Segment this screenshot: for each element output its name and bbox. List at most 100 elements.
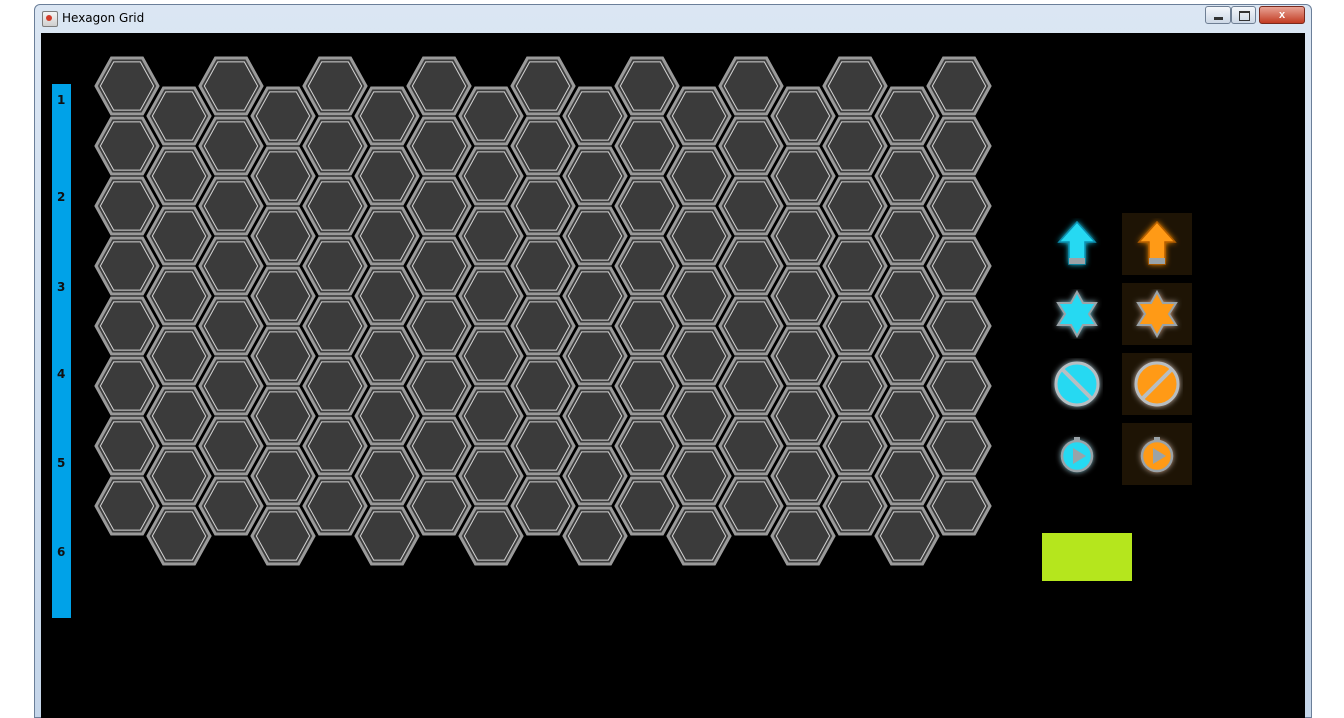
hex-cell[interactable] — [874, 386, 940, 446]
hex-cell[interactable] — [146, 326, 212, 386]
hex-cell[interactable] — [198, 356, 264, 416]
hex-cell[interactable] — [822, 476, 888, 536]
hex-cell[interactable] — [562, 206, 628, 266]
hex-cell[interactable] — [926, 116, 992, 176]
hex-cell[interactable] — [302, 476, 368, 536]
maximize-button[interactable] — [1231, 6, 1256, 24]
hex-cell[interactable] — [718, 416, 784, 476]
hex-cell[interactable] — [614, 176, 680, 236]
hex-cell[interactable] — [94, 416, 160, 476]
hex-cell[interactable] — [874, 326, 940, 386]
hex-cell[interactable] — [614, 56, 680, 116]
hex-cell[interactable] — [770, 326, 836, 386]
hex-cell[interactable] — [354, 506, 420, 566]
hex-cell[interactable] — [146, 506, 212, 566]
hex-cell[interactable] — [406, 236, 472, 296]
hex-cell[interactable] — [718, 476, 784, 536]
hex-cell[interactable] — [874, 206, 940, 266]
hex-cell[interactable] — [822, 296, 888, 356]
title-bar[interactable]: Hexagon Grid x — [35, 5, 1311, 33]
hex-cell[interactable] — [250, 206, 316, 266]
close-button[interactable]: x — [1259, 6, 1305, 24]
hex-cell[interactable] — [822, 116, 888, 176]
hex-cell[interactable] — [874, 266, 940, 326]
hex-cell[interactable] — [458, 326, 524, 386]
hex-cell[interactable] — [250, 86, 316, 146]
hex-cell[interactable] — [614, 236, 680, 296]
hex-cell[interactable] — [406, 56, 472, 116]
hex-cell[interactable] — [146, 386, 212, 446]
hex-cell[interactable] — [510, 356, 576, 416]
hex-cell[interactable] — [562, 266, 628, 326]
hex-cell[interactable] — [510, 56, 576, 116]
tool-star-cyan[interactable] — [1042, 283, 1112, 345]
hex-cell[interactable] — [510, 116, 576, 176]
hex-cell[interactable] — [354, 86, 420, 146]
hex-cell[interactable] — [250, 266, 316, 326]
hex-cell[interactable] — [146, 446, 212, 506]
hex-cell[interactable] — [406, 116, 472, 176]
tool-block-cyan[interactable] — [1042, 353, 1112, 415]
hex-cell[interactable] — [302, 236, 368, 296]
hex-cell[interactable] — [302, 416, 368, 476]
hex-cell[interactable] — [250, 326, 316, 386]
hex-cell[interactable] — [458, 446, 524, 506]
hex-cell[interactable] — [718, 176, 784, 236]
hex-cell[interactable] — [94, 236, 160, 296]
hex-cell[interactable] — [926, 176, 992, 236]
hex-cell[interactable] — [770, 506, 836, 566]
hex-cell[interactable] — [822, 236, 888, 296]
hex-cell[interactable] — [666, 386, 732, 446]
minimize-button[interactable] — [1205, 6, 1231, 24]
hex-cell[interactable] — [458, 206, 524, 266]
tool-star-orange[interactable] — [1122, 283, 1192, 345]
hex-cell[interactable] — [926, 416, 992, 476]
hex-cell[interactable] — [614, 116, 680, 176]
hex-cell[interactable] — [770, 266, 836, 326]
hex-cell[interactable] — [666, 146, 732, 206]
hex-cell[interactable] — [666, 326, 732, 386]
tool-play-cyan[interactable] — [1042, 423, 1112, 485]
hex-cell[interactable] — [718, 296, 784, 356]
hex-cell[interactable] — [770, 446, 836, 506]
hex-cell[interactable] — [94, 176, 160, 236]
hex-cell[interactable] — [198, 296, 264, 356]
hex-cell[interactable] — [458, 266, 524, 326]
hex-cell[interactable] — [94, 296, 160, 356]
hex-cell[interactable] — [146, 86, 212, 146]
hex-cell[interactable] — [822, 356, 888, 416]
hex-cell[interactable] — [666, 266, 732, 326]
hex-cell[interactable] — [198, 176, 264, 236]
hex-cell[interactable] — [718, 236, 784, 296]
tool-arrow-orange[interactable] — [1122, 213, 1192, 275]
hex-cell[interactable] — [354, 446, 420, 506]
hex-cell[interactable] — [146, 266, 212, 326]
hex-cell[interactable] — [926, 296, 992, 356]
hex-cell[interactable] — [94, 476, 160, 536]
hex-cell[interactable] — [250, 386, 316, 446]
selected-color-swatch[interactable] — [1042, 533, 1132, 581]
hex-cell[interactable] — [198, 416, 264, 476]
hex-cell[interactable] — [770, 386, 836, 446]
hex-cell[interactable] — [926, 476, 992, 536]
hex-cell[interactable] — [822, 416, 888, 476]
hex-cell[interactable] — [458, 146, 524, 206]
hex-cell[interactable] — [250, 146, 316, 206]
hex-cell[interactable] — [614, 296, 680, 356]
hex-cell[interactable] — [198, 116, 264, 176]
hex-cell[interactable] — [302, 356, 368, 416]
hex-cell[interactable] — [562, 146, 628, 206]
hex-cell[interactable] — [926, 356, 992, 416]
hex-cell[interactable] — [562, 386, 628, 446]
tool-arrow-cyan[interactable] — [1042, 213, 1112, 275]
hex-cell[interactable] — [146, 206, 212, 266]
hex-cell[interactable] — [822, 56, 888, 116]
hex-cell[interactable] — [458, 506, 524, 566]
hex-cell[interactable] — [614, 356, 680, 416]
hex-cell[interactable] — [562, 446, 628, 506]
hex-cell[interactable] — [250, 506, 316, 566]
hex-cell[interactable] — [770, 146, 836, 206]
hex-cell[interactable] — [718, 356, 784, 416]
hex-cell[interactable] — [770, 206, 836, 266]
hex-cell[interactable] — [146, 146, 212, 206]
